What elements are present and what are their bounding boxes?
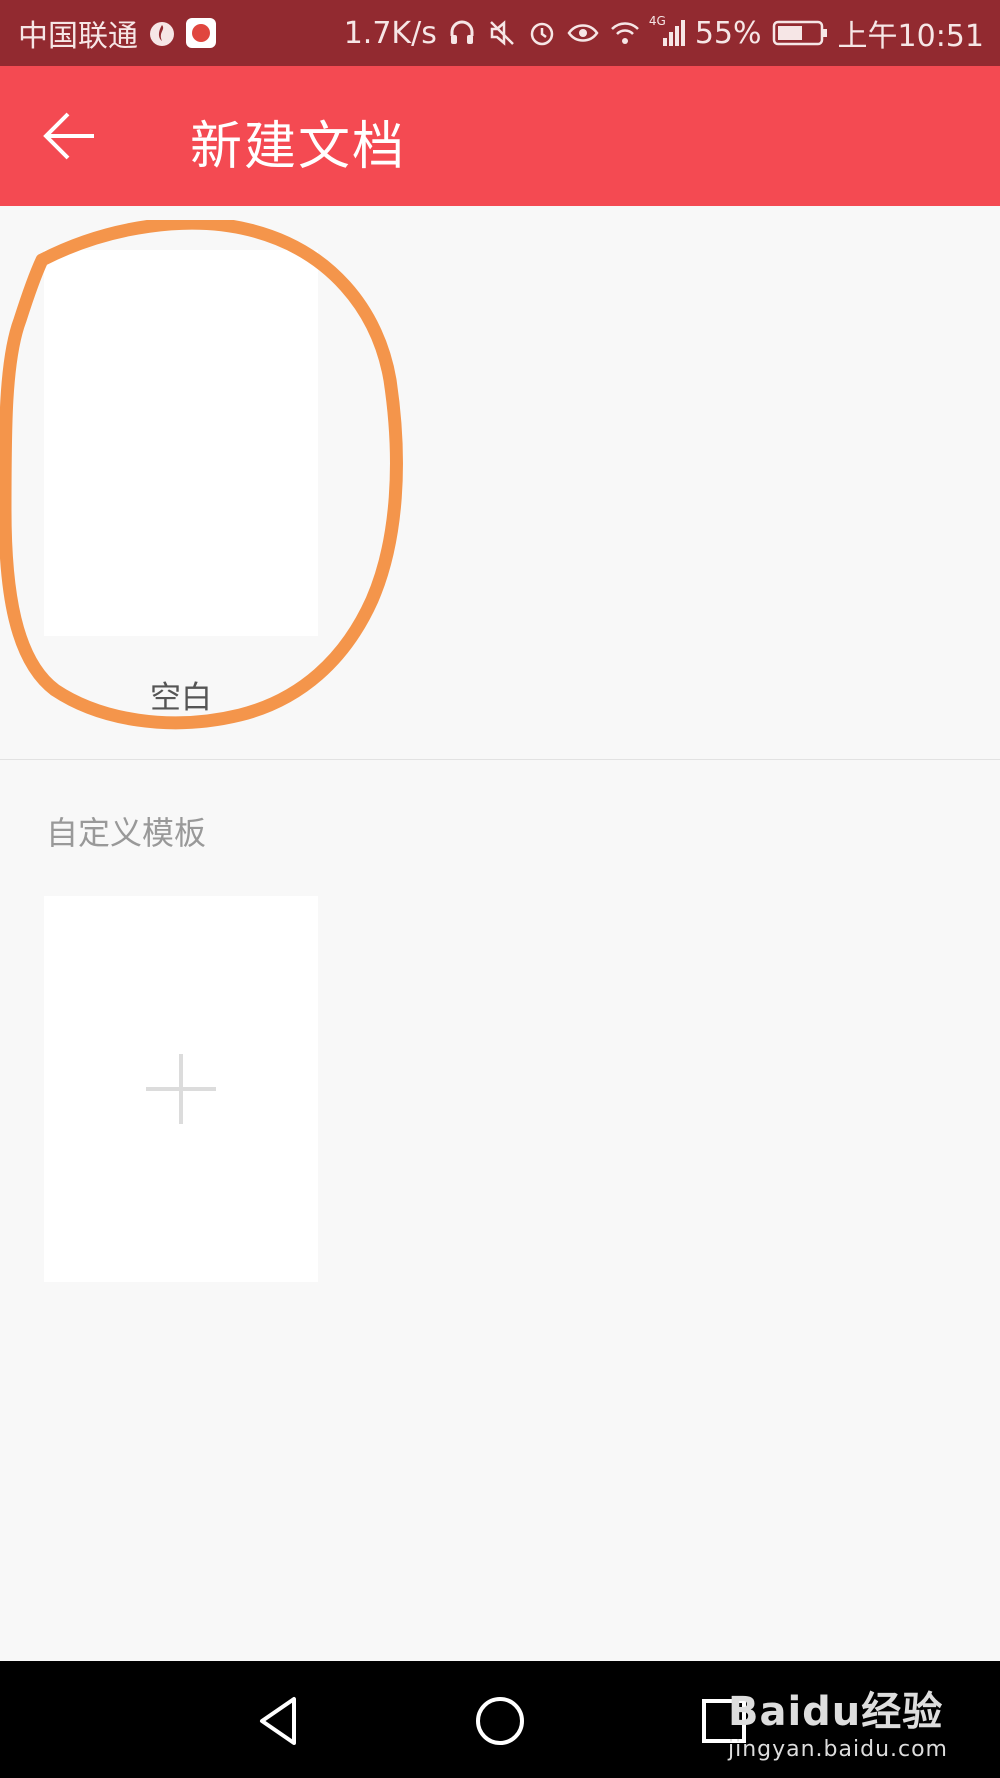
page-title: 新建文档 bbox=[190, 117, 407, 177]
circle-home-icon bbox=[476, 1697, 524, 1745]
back-button[interactable] bbox=[40, 106, 100, 166]
blank-template-card[interactable] bbox=[44, 250, 318, 636]
app-bar: 新建文档 bbox=[0, 66, 1000, 206]
nav-home-button[interactable] bbox=[470, 1691, 530, 1751]
baidu-watermark: Baidu经验 jingyan.baidu.com bbox=[728, 1679, 948, 1762]
baidu-app-icon bbox=[186, 18, 216, 48]
watermark-url: jingyan.baidu.com bbox=[727, 1737, 948, 1762]
blank-template-label: 空白 bbox=[150, 680, 212, 716]
system-nav-bar: Baidu经验 jingyan.baidu.com bbox=[0, 1661, 1000, 1778]
signal-icon: 4G bbox=[649, 14, 685, 48]
battery-icon bbox=[772, 19, 828, 47]
network-type: 4G bbox=[648, 14, 666, 28]
mute-icon bbox=[487, 18, 517, 48]
nav-back-button[interactable] bbox=[250, 1691, 310, 1751]
network-speed: 1.7K/s bbox=[343, 15, 437, 51]
flame-app-icon bbox=[146, 17, 178, 49]
watermark-brand: Baidu经验 bbox=[727, 1689, 944, 1735]
carrier-name: 中国联通 bbox=[18, 19, 138, 54]
plus-icon bbox=[146, 1054, 216, 1124]
eye-comfort-icon bbox=[567, 18, 599, 48]
alarm-icon bbox=[527, 18, 557, 48]
triangle-back-icon bbox=[260, 1697, 296, 1745]
battery-percent: 55% bbox=[694, 15, 762, 51]
section-divider bbox=[0, 759, 1000, 760]
clock: 上午10:51 bbox=[837, 19, 984, 54]
wifi-icon bbox=[609, 18, 641, 48]
custom-templates-heading: 自定义模板 bbox=[46, 814, 207, 852]
add-custom-template-button[interactable] bbox=[44, 896, 318, 1282]
status-bar: 中国联通 1.7K/s 4G 55% 上午10:51 bbox=[0, 0, 1000, 66]
headphones-icon bbox=[447, 18, 477, 48]
arrow-left-icon bbox=[43, 112, 94, 160]
